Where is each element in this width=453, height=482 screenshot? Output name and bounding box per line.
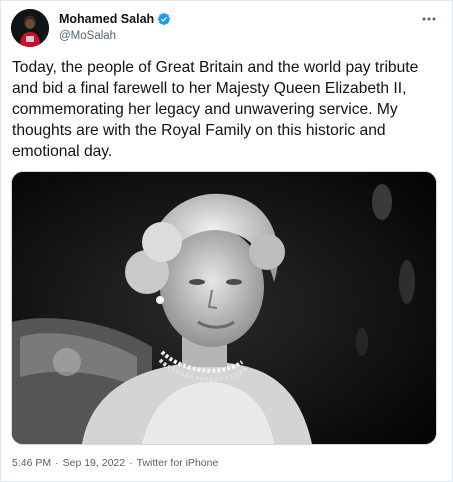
verified-badge-icon <box>157 12 171 26</box>
tweet-photo[interactable] <box>11 171 437 445</box>
author-names: Mohamed Salah @MoSalah <box>59 12 171 42</box>
tweet-card: Mohamed Salah @MoSalah Today, the people… <box>0 0 453 482</box>
tweet-time[interactable]: 5:46 PM <box>12 457 51 469</box>
tweet-date[interactable]: Sep 19, 2022 <box>63 457 125 469</box>
tweet-text: Today, the people of Great Britain and t… <box>12 59 419 160</box>
tweet-metadata: 5:46 PM · Sep 19, 2022 · Twitter for iPh… <box>12 457 218 469</box>
author-handle[interactable]: @MoSalah <box>59 30 171 42</box>
separator-dot: · <box>129 457 133 469</box>
author-display-name[interactable]: Mohamed Salah <box>59 12 154 26</box>
tweet-header: Mohamed Salah @MoSalah <box>11 9 442 49</box>
separator-dot: · <box>55 457 59 469</box>
tweet-source[interactable]: Twitter for iPhone <box>137 457 219 469</box>
more-options-icon[interactable] <box>418 9 440 29</box>
avatar[interactable] <box>11 9 49 47</box>
